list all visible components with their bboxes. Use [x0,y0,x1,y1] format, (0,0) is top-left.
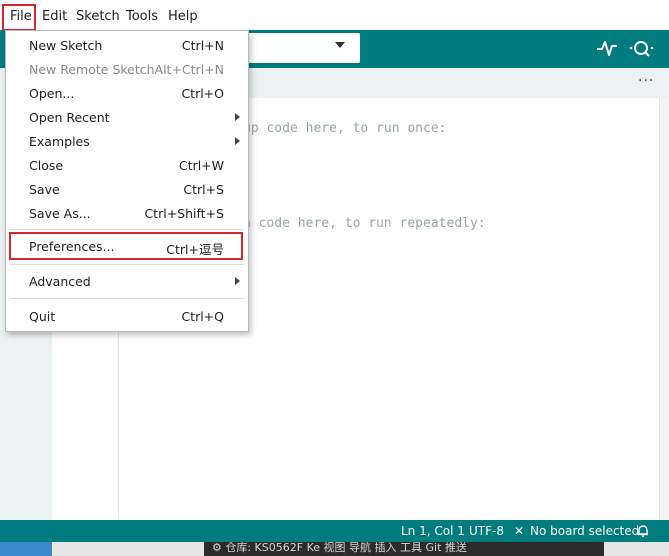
menu-item-save-as[interactable]: Save As... Ctrl+Shift+S [6,201,248,225]
code-line: up code here, to run once: [243,121,447,136]
menu-item-label: Advanced [29,274,91,289]
menu-item-save[interactable]: Save Ctrl+S [6,177,248,201]
menu-bar: File Edit Sketch Tools Help [0,0,669,30]
menu-sketch[interactable]: Sketch [76,9,120,24]
menu-item-new-remote-sketch: New Remote Sketch Alt+Ctrl+N [6,57,248,81]
menu-item-shortcut: Ctrl+N [181,38,224,53]
cursor-position[interactable]: Ln 1, Col 1 [401,524,465,538]
menu-item-close[interactable]: Close Ctrl+W [6,153,248,177]
menu-item-advanced[interactable]: Advanced [6,269,248,293]
menu-item-shortcut: Alt+Ctrl+N [154,62,224,77]
menu-divider [10,298,244,299]
board-status[interactable]: No board selected [530,524,639,538]
menu-item-label: Open Recent [29,110,110,125]
serial-monitor-icon[interactable] [628,38,656,58]
menu-item-shortcut: Ctrl+Q [181,309,224,324]
menu-item-quit[interactable]: Quit Ctrl+Q [6,304,248,328]
code-line: n code here, to run repeatedly: [243,216,486,231]
menu-item-label: Close [29,158,64,173]
file-menu: New Sketch Ctrl+N New Remote Sketch Alt+… [5,30,249,332]
chevron-right-icon [235,137,240,145]
editor-scrollbar[interactable] [659,98,669,520]
menu-item-label: Save As... [29,206,91,221]
menu-item-shortcut: Ctrl+S [183,182,224,197]
menu-item-shortcut: Ctrl+Shift+S [144,206,224,221]
preferences-highlight [9,232,243,260]
taskbar-app-strip: ⚙ 仓库: KS0562F Ke 视图 导航 插入 工具 Git 推送 [204,542,604,556]
menu-item-open[interactable]: Open... Ctrl+O [6,81,248,105]
board-selector[interactable] [238,33,360,63]
menu-item-label: New Sketch [29,38,103,53]
menu-item-label: Quit [29,309,56,324]
close-icon: ✕ [514,524,525,538]
menu-item-new-sketch[interactable]: New Sketch Ctrl+N [6,33,248,57]
menu-item-label: Save [29,182,60,197]
encoding-label[interactable]: UTF-8 [469,524,504,538]
more-options-icon[interactable]: ··· [638,73,654,89]
serial-plotter-icon[interactable] [596,38,618,58]
menu-item-label: Examples [29,134,90,149]
menu-tools[interactable]: Tools [126,9,158,24]
menu-item-shortcut: Ctrl+O [181,86,224,101]
chevron-right-icon [235,113,240,121]
chevron-right-icon [235,277,240,285]
menu-edit[interactable]: Edit [42,9,67,24]
file-menu-highlight [2,4,36,31]
menu-item-shortcut: Ctrl+W [178,158,224,173]
menu-item-examples[interactable]: Examples [6,129,248,153]
menu-divider [10,264,244,265]
taskbar-text: ⚙ 仓库: KS0562F Ke 视图 导航 插入 工具 Git 推送 [212,542,467,554]
menu-item-label: Open... [29,86,75,101]
chevron-down-icon [335,42,345,48]
menu-divider [10,229,244,230]
bell-icon[interactable] [636,524,650,538]
taskbar-start-area [0,542,52,556]
menu-item-open-recent[interactable]: Open Recent [6,105,248,129]
status-bar: Ln 1, Col 1 UTF-8 ✕ No board selected [0,520,669,542]
menu-help[interactable]: Help [168,9,198,24]
menu-item-label: New Remote Sketch [29,62,155,77]
